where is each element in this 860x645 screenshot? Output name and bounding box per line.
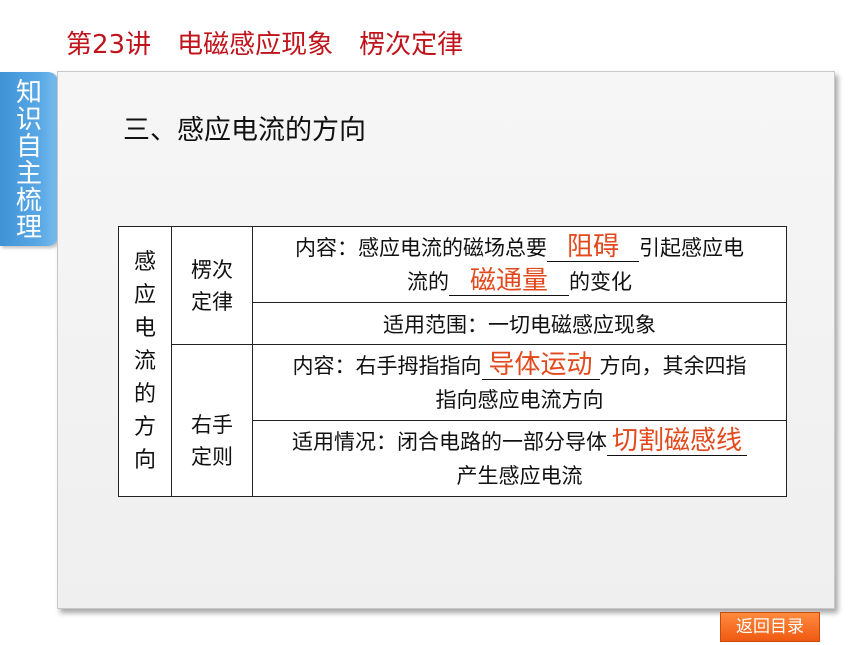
category-label: 感应电流的方向 [133, 250, 156, 473]
lenz-content-prefix: 内容：感应电流的磁场总要 [295, 235, 547, 260]
page-title: 第23讲 电磁感应现象 楞次定律 [66, 30, 464, 60]
lenz-law-cell: 楞次定律 [171, 226, 253, 345]
lenz-scope-cell: 适用范围：一切电磁感应现象 [252, 302, 787, 345]
right-hand-content-line2: 指向感应电流方向 [435, 387, 604, 412]
right-hand-situation-line2: 产生感应电流 [456, 463, 583, 488]
category-cell: 感应电流的方向 [118, 226, 172, 497]
section-heading: 三、感应电流的方向 [123, 115, 366, 146]
lenz-blank-2: 磁通量 [449, 267, 569, 296]
right-hand-situation-cell: 适用情况：闭合电路的一部分导体 切割磁感线 产生感应电流 [252, 420, 787, 497]
induced-current-direction-table: 感应电流的方向 楞次定律 内容：感应电流的磁场总要 阻碍 引起感应电 流的 磁通量 的变… [118, 226, 787, 497]
right-hand-content-mid: 方向，其余四指 [599, 353, 747, 378]
right-hand-content-prefix: 内容：右手拇指指向 [292, 353, 482, 378]
return-to-contents-button[interactable]: 返回目录 [720, 612, 820, 642]
lenz-content-line2-prefix: 流的 [407, 269, 449, 294]
lenz-content-suffix: 的变化 [569, 269, 632, 294]
right-hand-rule-label: 右手定则 [191, 412, 233, 469]
lenz-content-cell: 内容：感应电流的磁场总要 阻碍 引起感应电 流的 磁通量 的变化 [252, 226, 787, 303]
lenz-blank-1: 阻碍 [547, 233, 639, 262]
right-hand-situation-prefix: 适用情况：闭合电路的一部分导体 [292, 429, 607, 454]
right-hand-blank-1: 导体运动 [481, 351, 600, 380]
lenz-law-label: 楞次定律 [191, 257, 233, 314]
lenz-scope-text: 适用范围：一切电磁感应现象 [383, 312, 656, 337]
right-hand-content-cell: 内容：右手拇指指向 导体运动 方向，其余四指 指向感应电流方向 [252, 344, 787, 421]
lenz-content-mid: 引起感应电 [639, 235, 744, 260]
side-tab-label: 知识自主梳理 [15, 78, 42, 243]
right-hand-rule-cell: 右手定则 [171, 344, 253, 497]
right-hand-blank-2: 切割磁感线 [607, 427, 747, 456]
